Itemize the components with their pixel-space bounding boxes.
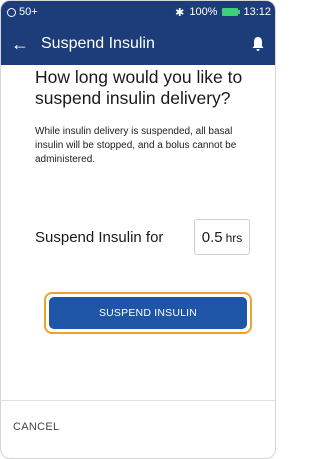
question-heading: How long would you like to suspend insul… xyxy=(35,67,243,108)
status-left: 50+ xyxy=(7,6,38,18)
duration-field[interactable]: 0.5 hrs xyxy=(194,219,250,255)
title-bar: ← Suspend Insulin xyxy=(1,23,275,65)
status-time: 13:12 xyxy=(243,6,271,18)
battery-percent: 100% xyxy=(189,6,218,18)
suspend-button-focus-ring: SUSPEND INSULIN xyxy=(44,292,252,334)
footer-divider xyxy=(1,400,275,401)
suspend-insulin-button[interactable]: SUSPEND INSULIN xyxy=(49,297,247,329)
page-title: Suspend Insulin xyxy=(41,35,155,52)
battery-icon xyxy=(222,8,241,16)
status-bar: 50+ ✱ 100% 13:12 xyxy=(1,1,275,23)
bell-icon[interactable] xyxy=(251,36,265,52)
bluetooth-icon: ✱ xyxy=(175,6,185,19)
status-left-text: 50+ xyxy=(19,6,38,18)
status-circle-icon xyxy=(7,7,16,17)
cancel-button[interactable]: CANCEL xyxy=(13,421,59,433)
suspend-duration-label: Suspend Insulin for xyxy=(35,229,164,246)
status-right: ✱ 100% 13:12 xyxy=(175,6,271,19)
main-content: How long would you like to suspend insul… xyxy=(1,65,275,390)
suspend-description: While insulin delivery is suspended, all… xyxy=(35,126,237,165)
back-arrow-icon[interactable]: ← xyxy=(5,34,35,55)
duration-value: 0.5 xyxy=(201,228,223,246)
app-screen: 50+ ✱ 100% 13:12 ← Suspend Insulin How l… xyxy=(0,0,276,459)
duration-unit: hrs xyxy=(225,231,243,245)
